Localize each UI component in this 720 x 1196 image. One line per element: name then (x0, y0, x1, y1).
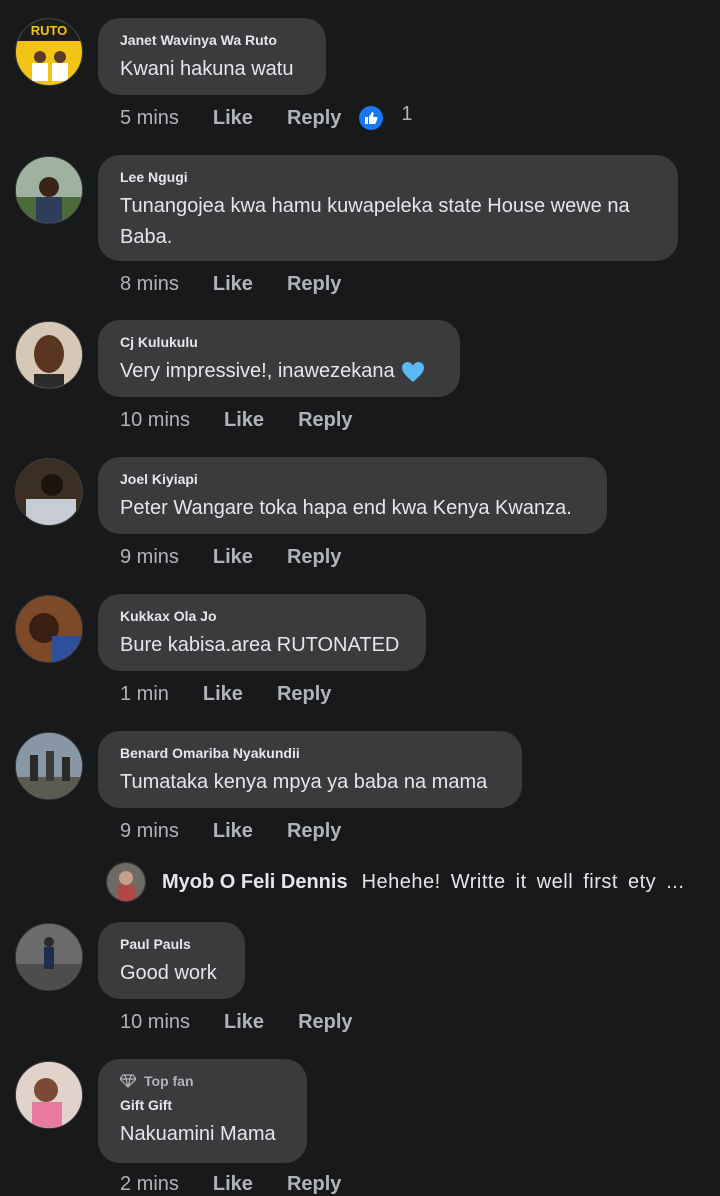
like-button[interactable]: Like (213, 1173, 253, 1196)
avatar[interactable] (15, 1061, 83, 1129)
blue-heart-icon (401, 361, 424, 382)
comment-timestamp[interactable]: 10 mins (120, 409, 190, 432)
like-button[interactable]: Like (203, 683, 243, 706)
comment-bubble[interactable]: Joel Kiyiapi Peter Wangare toka hapa end… (98, 457, 607, 534)
comment-text: Tumataka kenya mpya ya baba na mama (120, 771, 488, 793)
comment-timestamp[interactable]: 8 mins (120, 273, 179, 296)
reply-button[interactable]: Reply (298, 409, 352, 432)
reply-author-name[interactable]: Myob O Feli Dennis (162, 871, 348, 894)
comment-text-row: Very impressive!, inawezekana (120, 356, 438, 387)
avatar[interactable] (15, 923, 83, 991)
comment-text: Nakuamini Mama (120, 1123, 276, 1145)
comment-text: Kwani hakuna watu (120, 58, 294, 80)
comment-timestamp[interactable]: 1 min (120, 683, 169, 706)
commenter-name[interactable]: Gift Gift (120, 1097, 285, 1113)
commenter-name[interactable]: Kukkax Ola Jo (120, 608, 404, 624)
avatar[interactable] (15, 458, 83, 526)
diamond-icon (120, 1074, 136, 1088)
reply-button[interactable]: Reply (287, 820, 341, 843)
comment-bubble[interactable]: Lee Ngugi Tunangojea kwa hamu kuwapeleka… (98, 155, 678, 261)
like-button[interactable]: Like (224, 1011, 264, 1034)
like-button[interactable]: Like (213, 820, 253, 843)
reply-button[interactable]: Reply (287, 107, 341, 130)
comment-bubble[interactable]: Paul Pauls Good work (98, 922, 245, 999)
comment-timestamp[interactable]: 5 mins (120, 107, 179, 130)
avatar[interactable] (15, 732, 83, 800)
reply-button[interactable]: Reply (298, 1011, 352, 1034)
comment-bubble[interactable]: Cj Kulukulu Very impressive!, inawezekan… (98, 320, 460, 397)
reaction-count[interactable]: 1 (401, 103, 412, 126)
reply-button[interactable]: Reply (287, 1173, 341, 1196)
comment-timestamp[interactable]: 9 mins (120, 820, 179, 843)
commenter-name[interactable]: Janet Wavinya Wa Ruto (120, 32, 304, 48)
avatar[interactable] (15, 321, 83, 389)
comment-bubble[interactable]: Janet Wavinya Wa Ruto Kwani hakuna watu (98, 18, 326, 95)
commenter-name[interactable]: Paul Pauls (120, 936, 223, 952)
reply-button[interactable]: Reply (287, 273, 341, 296)
comment-actions: 8 mins Like Reply (120, 273, 341, 296)
comment-text-line: Baba. (120, 226, 173, 248)
comment-actions: 9 mins Like Reply (120, 820, 341, 843)
comment-actions: 10 mins Like Reply (120, 1011, 353, 1034)
comment-bubble[interactable]: Benard Omariba Nyakundii Tumataka kenya … (98, 731, 522, 808)
reply-avatar[interactable] (106, 862, 146, 902)
commenter-name[interactable]: Joel Kiyiapi (120, 471, 585, 487)
commenter-name[interactable]: Cj Kulukulu (120, 334, 438, 350)
reply-button[interactable]: Reply (277, 683, 331, 706)
like-button[interactable]: Like (213, 546, 253, 569)
reply-button[interactable]: Reply (287, 546, 341, 569)
comment-text: Bure kabisa.area RUTONATED (120, 634, 400, 656)
avatar[interactable]: RUTO (15, 18, 83, 86)
avatar[interactable] (15, 156, 83, 224)
like-button[interactable]: Like (224, 409, 264, 432)
comment-text: Good work (120, 962, 217, 984)
like-reaction-icon[interactable] (359, 106, 384, 130)
comment-text: Peter Wangare toka hapa end kwa Kenya Kw… (120, 497, 572, 519)
comment-actions: 9 mins Like Reply (120, 546, 341, 569)
avatar[interactable] (15, 595, 83, 663)
comment-timestamp[interactable]: 10 mins (120, 1011, 190, 1034)
reply-text: Hehehe! Writte it well first ety ... (361, 870, 685, 893)
comment-timestamp[interactable]: 9 mins (120, 546, 179, 569)
comment-text-line: Tunangojea kwa hamu kuwapeleka state Hou… (120, 195, 630, 217)
comment-bubble[interactable]: Kukkax Ola Jo Bure kabisa.area RUTONATED (98, 594, 426, 671)
comment-actions: 10 mins Like Reply (120, 409, 353, 432)
commenter-name[interactable]: Benard Omariba Nyakundii (120, 745, 500, 761)
comment-actions: 5 mins Like Reply 1 (120, 103, 413, 130)
comment-text: Very impressive!, inawezekana (120, 360, 395, 382)
comment-bubble[interactable]: Top fan Gift Gift Nakuamini Mama (98, 1059, 307, 1163)
top-fan-badge: Top fan (120, 1073, 285, 1089)
comment-actions: 2 mins Like Reply (120, 1173, 341, 1196)
reply-preview[interactable]: Myob O Feli Dennis Hehehe! Writte it wel… (106, 862, 684, 902)
like-button[interactable]: Like (213, 273, 253, 296)
like-button[interactable]: Like (213, 107, 253, 130)
avatar-logo-text: RUTO (31, 23, 68, 38)
comment-actions: 1 min Like Reply (120, 683, 331, 706)
top-fan-label: Top fan (144, 1073, 194, 1089)
commenter-name[interactable]: Lee Ngugi (120, 169, 656, 185)
comment-timestamp[interactable]: 2 mins (120, 1173, 179, 1196)
